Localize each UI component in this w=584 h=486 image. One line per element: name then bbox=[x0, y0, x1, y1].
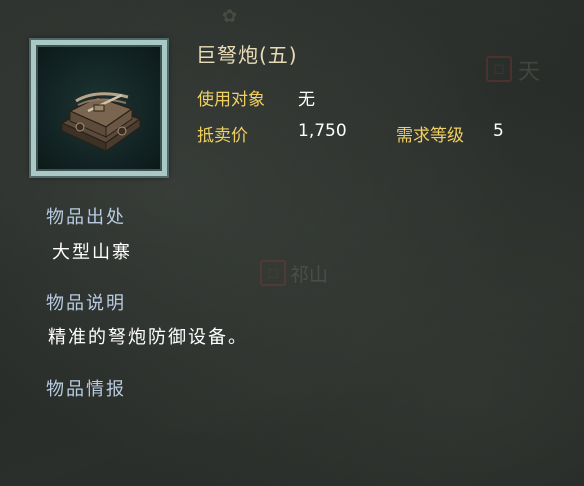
sell-price-value: 1,750 bbox=[298, 121, 347, 141]
item-icon-frame bbox=[31, 40, 167, 176]
origin-heading: 物品出处 bbox=[46, 207, 126, 228]
use-target-label: 使用对象 bbox=[197, 90, 265, 110]
crossbow-cannon-icon bbox=[60, 92, 142, 152]
map-place-label: 天 bbox=[518, 60, 541, 85]
map-seal-icon: ◻ bbox=[260, 260, 286, 286]
map-emblem-icon: ✿ bbox=[222, 6, 238, 27]
origin-text: 大型山寨 bbox=[52, 242, 132, 263]
item-name: 巨弩炮(五) bbox=[196, 43, 298, 67]
item-tooltip-panel: ◻ 天 ◻ 祁山 ✿ 巨弩炮(五) 使用对象 无 抵卖价 1,750 需求等级 … bbox=[0, 0, 584, 486]
map-place-label: 祁山 bbox=[290, 264, 329, 286]
intel-heading: 物品情报 bbox=[46, 379, 126, 400]
map-seal-icon: ◻ bbox=[486, 56, 512, 82]
required-level-value: 5 bbox=[493, 121, 504, 141]
description-text: 精准的弩炮防御设备。 bbox=[48, 327, 248, 348]
description-heading: 物品说明 bbox=[46, 293, 126, 314]
use-target-value: 无 bbox=[298, 90, 315, 110]
sell-price-label: 抵卖价 bbox=[197, 126, 248, 146]
required-level-label: 需求等级 bbox=[396, 126, 464, 146]
